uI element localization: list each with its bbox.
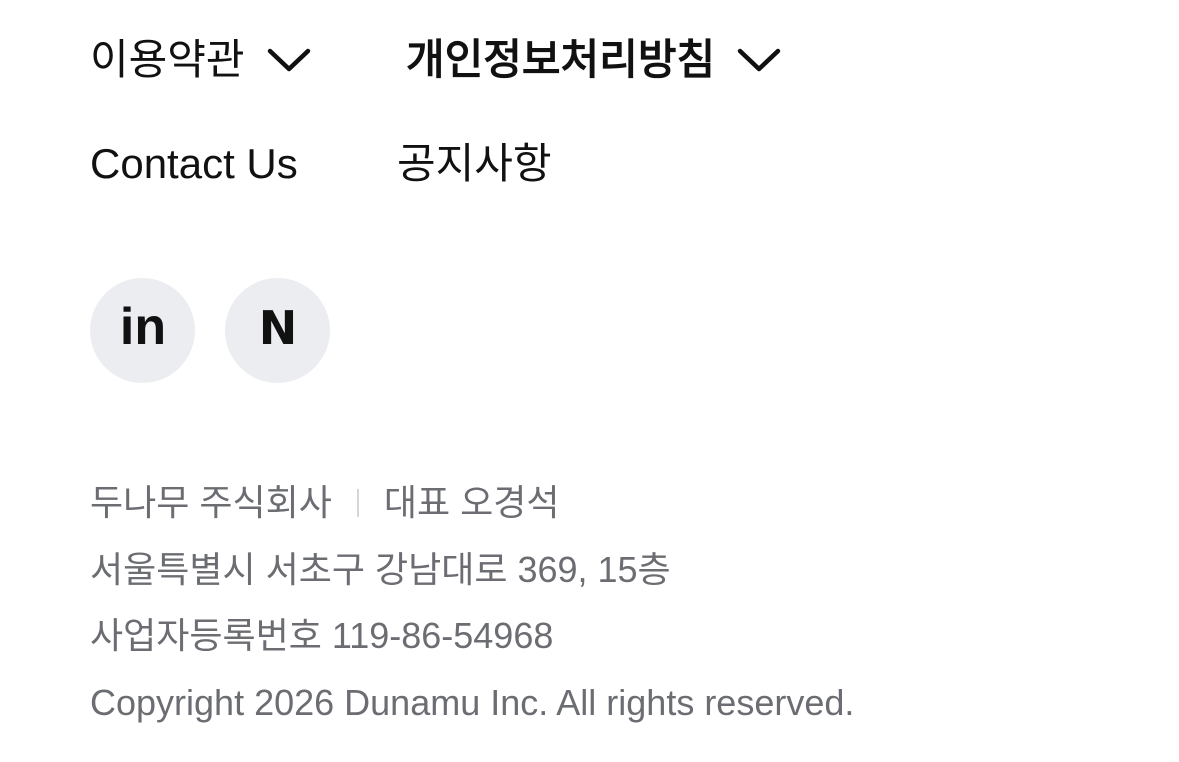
privacy-policy-label: 개인정보처리방침: [406, 36, 716, 83]
terms-dropdown[interactable]: 이용약관: [90, 35, 311, 85]
notice-link[interactable]: 공지사항: [397, 139, 552, 189]
naver-icon-text: N: [258, 306, 297, 350]
company-name: 두나무 주식회사: [90, 482, 332, 523]
chevron-down-icon: [267, 47, 311, 73]
company-address: 서울특별시 서초구 강남대로 369, 15층: [90, 549, 671, 590]
privacy-policy-dropdown[interactable]: 개인정보처리방침: [406, 35, 781, 85]
linkedin-icon-text: in: [119, 304, 165, 352]
linkedin-button[interactable]: in: [90, 278, 195, 383]
site-footer: 이용약관 개인정보처리방침 Contact Us 공지사항 in N 두나무 주…: [0, 0, 1179, 762]
business-registration-number: 사업자등록번호 119-86-54968: [90, 615, 554, 656]
contact-us-label: Contact Us: [90, 140, 298, 187]
linkedin-icon: in: [113, 298, 173, 357]
notice-label: 공지사항: [397, 140, 552, 187]
naver-button[interactable]: N: [225, 278, 330, 383]
contact-us-link[interactable]: Contact Us: [90, 139, 298, 189]
naver-icon: N: [254, 301, 302, 355]
copyright-text: Copyright 2026 Dunamu Inc. All rights re…: [90, 682, 855, 723]
company-ceo: 대표 오경석: [383, 482, 560, 523]
company-info-row: 두나무 주식회사 대표 오경석: [90, 481, 559, 525]
chevron-down-icon: [737, 47, 781, 73]
divider: [356, 489, 359, 517]
terms-label: 이용약관: [90, 36, 245, 83]
